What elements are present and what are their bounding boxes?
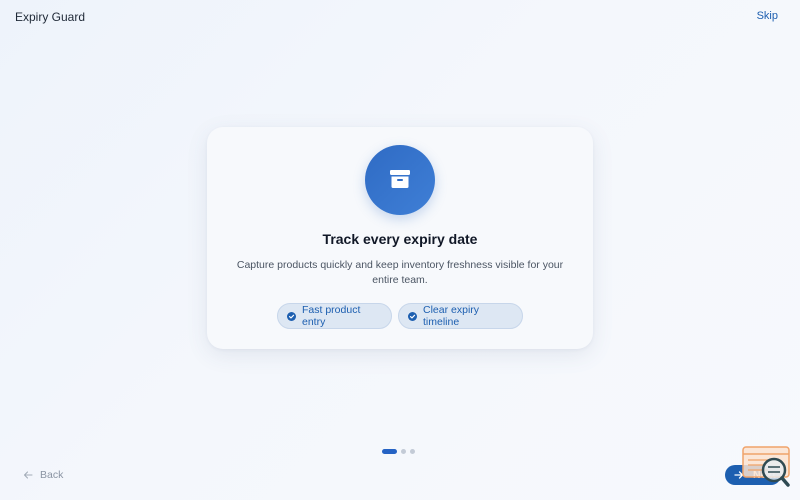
feature-chip-expiry-timeline: Clear expiry timeline [398,303,523,329]
page-dot[interactable] [410,449,415,454]
feature-chip-label: Fast product entry [302,304,381,328]
feature-chip-label: Clear expiry timeline [423,304,512,328]
search-document-overlay-icon [742,446,790,490]
page-dot[interactable] [401,449,406,454]
page-dot-active[interactable] [382,449,397,454]
onboarding-title: Track every expiry date [207,231,593,247]
check-circle-icon [408,312,417,321]
feature-chip-fast-entry: Fast product entry [277,303,392,329]
onboarding-description: Capture products quickly and keep invent… [231,258,569,288]
onboarding-card: Track every expiry date Capture products… [207,127,593,349]
app-title: Expiry Guard [15,10,85,24]
arrow-left-icon [23,470,33,480]
back-button-label: Back [40,469,63,481]
hero-icon-circle [365,145,435,215]
page-indicator [382,449,415,454]
check-circle-icon [287,312,296,321]
archive-box-icon [388,167,412,191]
skip-button[interactable]: Skip [757,10,778,22]
back-button[interactable]: Back [23,469,63,481]
